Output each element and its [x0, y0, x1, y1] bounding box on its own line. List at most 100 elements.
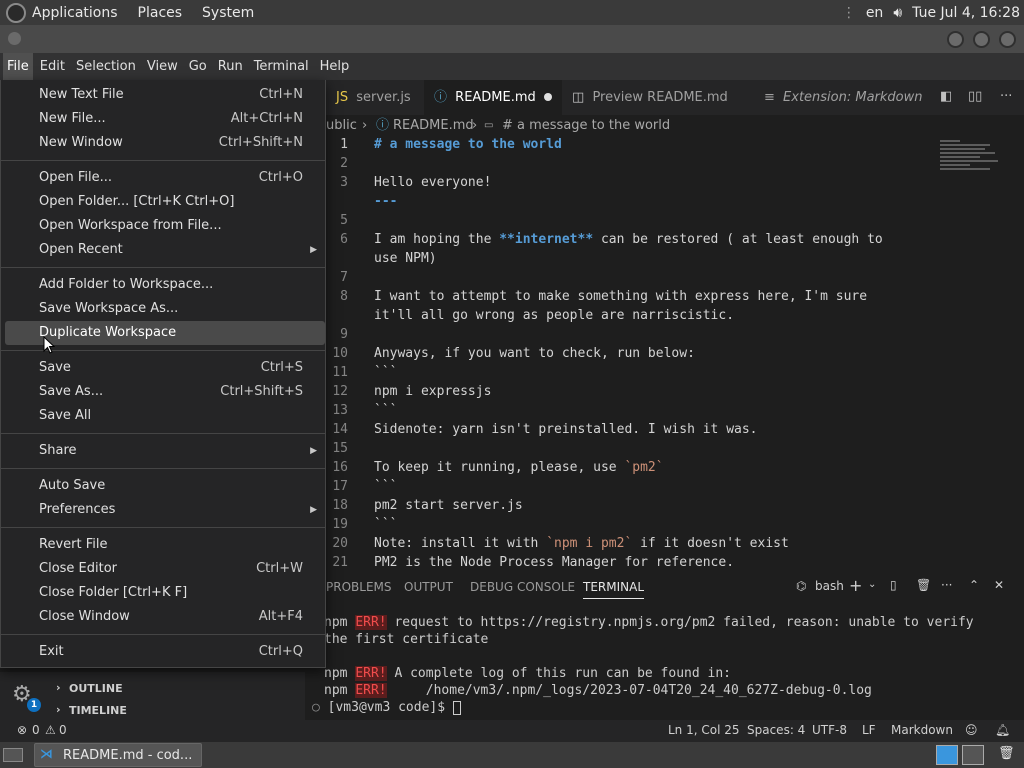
menu-item-save-workspace-as[interactable]: Save Workspace As...	[5, 297, 325, 321]
close-window-button[interactable]	[999, 31, 1016, 48]
tab-output[interactable]: OUTPUT	[404, 580, 453, 594]
menu-item-close-editor[interactable]: Close Editor Ctrl+W	[5, 557, 325, 581]
tab-problems[interactable]: PROBLEMS	[326, 580, 392, 594]
unsaved-dot-icon[interactable]	[544, 93, 552, 101]
menu-item-auto-save[interactable]: Auto Save	[5, 474, 325, 498]
chevron-down-icon[interactable]: ⌄	[868, 579, 876, 590]
menu-help[interactable]: Help	[316, 53, 354, 80]
places-menu[interactable]: Places	[138, 5, 183, 21]
code-line: npm i expressjs	[374, 384, 492, 399]
line-ending[interactable]: LF	[862, 723, 876, 737]
tab-preview-readme[interactable]: ◫ Preview README.md	[562, 80, 746, 115]
tab-readme-md[interactable]: ⓘ README.md	[424, 80, 562, 115]
menu-item-exit[interactable]: Exit Ctrl+Q	[5, 640, 325, 664]
submenu-arrow-icon: ▶	[310, 446, 317, 456]
more-actions-icon[interactable]: ···	[941, 578, 952, 592]
terminal[interactable]: npm ERR! request to https://registry.npm…	[312, 612, 1016, 722]
menu-item-close-folder[interactable]: Close Folder [Ctrl+K F]	[5, 581, 325, 605]
tab-terminal[interactable]: TERMINAL	[583, 580, 645, 599]
line-number: 19	[332, 517, 348, 532]
open-preview-icon[interactable]: ◧	[940, 89, 952, 104]
close-panel-icon[interactable]: ✕	[994, 578, 1004, 592]
workspace-switcher[interactable]	[936, 745, 958, 765]
chevron-up-icon[interactable]: ⌃	[969, 578, 979, 592]
line-number: 21	[332, 555, 348, 570]
menubar: File Edit Selection View Go Run Terminal…	[0, 53, 1024, 80]
tab-extension[interactable]: ≡ Extension: Markdown Previ	[754, 80, 934, 115]
system-menu[interactable]: System	[202, 5, 254, 21]
menu-item-new-text-file[interactable]: New Text File Ctrl+N	[5, 83, 325, 107]
outline-section[interactable]: OUTLINE	[69, 682, 123, 695]
menu-item-open-recent[interactable]: Open Recent ▶	[5, 238, 325, 262]
error-icon[interactable]: ⊗	[17, 723, 27, 737]
chevron-right-icon: ›	[472, 118, 478, 133]
warning-count[interactable]: 0	[59, 723, 67, 737]
clock[interactable]: Tue Jul 4, 16:28	[912, 5, 1020, 21]
menu-item-add-folder[interactable]: Add Folder to Workspace...	[5, 273, 325, 297]
applications-menu[interactable]: Applications	[32, 5, 118, 21]
more-actions-icon[interactable]: ···	[1000, 89, 1012, 104]
new-terminal-icon[interactable]: +	[849, 576, 862, 595]
error-count[interactable]: 0	[32, 723, 40, 737]
menu-item-new-file[interactable]: New File... Alt+Ctrl+N	[5, 107, 325, 131]
menu-item-open-file[interactable]: Open File... Ctrl+O	[5, 166, 325, 190]
menu-separator	[1, 433, 325, 434]
menu-item-close-window[interactable]: Close Window Alt+F4	[5, 605, 325, 629]
taskbar-window-vscode[interactable]: ⋊ README.md - cod...	[34, 743, 202, 767]
split-terminal-icon[interactable]: ▯	[890, 578, 897, 592]
menu-view[interactable]: View	[143, 53, 182, 80]
kbd-toggle-icon[interactable]: ⋮	[842, 5, 856, 21]
feedback-icon[interactable]: ☺	[965, 723, 978, 737]
code-line: Note: install it with `npm i pm2` if it …	[374, 536, 789, 551]
menu-run[interactable]: Run	[214, 53, 247, 80]
language-indicator[interactable]: en	[866, 5, 884, 21]
split-editor-icon[interactable]: ▯▯	[968, 89, 982, 104]
warning-icon[interactable]: ⚠︎	[45, 723, 56, 737]
line-number: 10	[332, 346, 348, 361]
terminal-line: npm ERR! request to https://registry.npm…	[324, 615, 974, 630]
breadcrumb-heading[interactable]: # a message to the world	[502, 115, 670, 137]
indentation[interactable]: Spaces: 4	[747, 723, 805, 737]
language-mode[interactable]: Markdown	[891, 723, 953, 737]
trash-icon[interactable]: 🗑︎	[998, 746, 1015, 761]
show-desktop-icon[interactable]	[3, 748, 23, 762]
cursor-position[interactable]: Ln 1, Col 25	[668, 723, 740, 737]
menu-item-revert-file[interactable]: Revert File	[5, 533, 325, 557]
window-titlebar[interactable]	[0, 25, 1024, 53]
trash-icon[interactable]: 🗑︎	[916, 578, 931, 592]
menu-file[interactable]: File	[3, 53, 33, 80]
menu-item-save-as[interactable]: Save As... Ctrl+Shift+S	[5, 380, 325, 404]
menu-item-save-all[interactable]: Save All	[5, 404, 325, 428]
volume-icon[interactable]: 🔊︎	[893, 5, 902, 21]
tab-debug-console[interactable]: DEBUG CONSOLE	[470, 580, 575, 594]
maximize-button[interactable]	[973, 31, 990, 48]
timeline-section[interactable]: TIMELINE	[69, 704, 127, 717]
menu-item-new-window[interactable]: New Window Ctrl+Shift+N	[5, 131, 325, 155]
line-number: 13	[332, 403, 348, 418]
code-editor[interactable]: 1 # a message to the world 2 3 Hello everyon…	[326, 135, 1024, 570]
menu-item-preferences[interactable]: Preferences ▶	[5, 498, 325, 522]
system-panel: Applications Places System ⋮ en 🔊︎ Tue J…	[0, 0, 1024, 25]
minimize-button[interactable]	[947, 31, 964, 48]
menu-item-share[interactable]: Share ▶	[5, 439, 325, 463]
encoding[interactable]: UTF-8	[812, 723, 847, 737]
menu-selection[interactable]: Selection	[72, 53, 140, 80]
code-line: I am hoping the **internet** can be rest…	[374, 232, 883, 247]
window-menu-icon[interactable]	[8, 32, 21, 45]
distro-logo-icon[interactable]	[6, 2, 26, 23]
breadcrumb-folder[interactable]: ublic	[326, 115, 357, 137]
terminal-prompt-line: ○ [vm3@vm3 code]$	[312, 700, 461, 715]
menu-edit[interactable]: Edit	[36, 53, 69, 80]
menu-item-save[interactable]: Save Ctrl+S	[5, 356, 325, 380]
terminal-shell-name[interactable]: bash	[815, 579, 844, 593]
menu-item-open-folder[interactable]: Open Folder... [Ctrl+K Ctrl+O]	[5, 190, 325, 214]
menu-go[interactable]: Go	[185, 53, 211, 80]
breadcrumb-file[interactable]: README.md	[393, 115, 474, 137]
menu-item-open-workspace[interactable]: Open Workspace from File...	[5, 214, 325, 238]
code-line: ```	[374, 479, 398, 494]
tab-server-js[interactable]: JS server.js	[326, 80, 422, 115]
menu-terminal[interactable]: Terminal	[250, 53, 313, 80]
minimap[interactable]	[940, 138, 1002, 188]
workspace-switcher[interactable]	[962, 745, 984, 765]
bell-icon[interactable]: 🔔︎	[995, 723, 1010, 737]
